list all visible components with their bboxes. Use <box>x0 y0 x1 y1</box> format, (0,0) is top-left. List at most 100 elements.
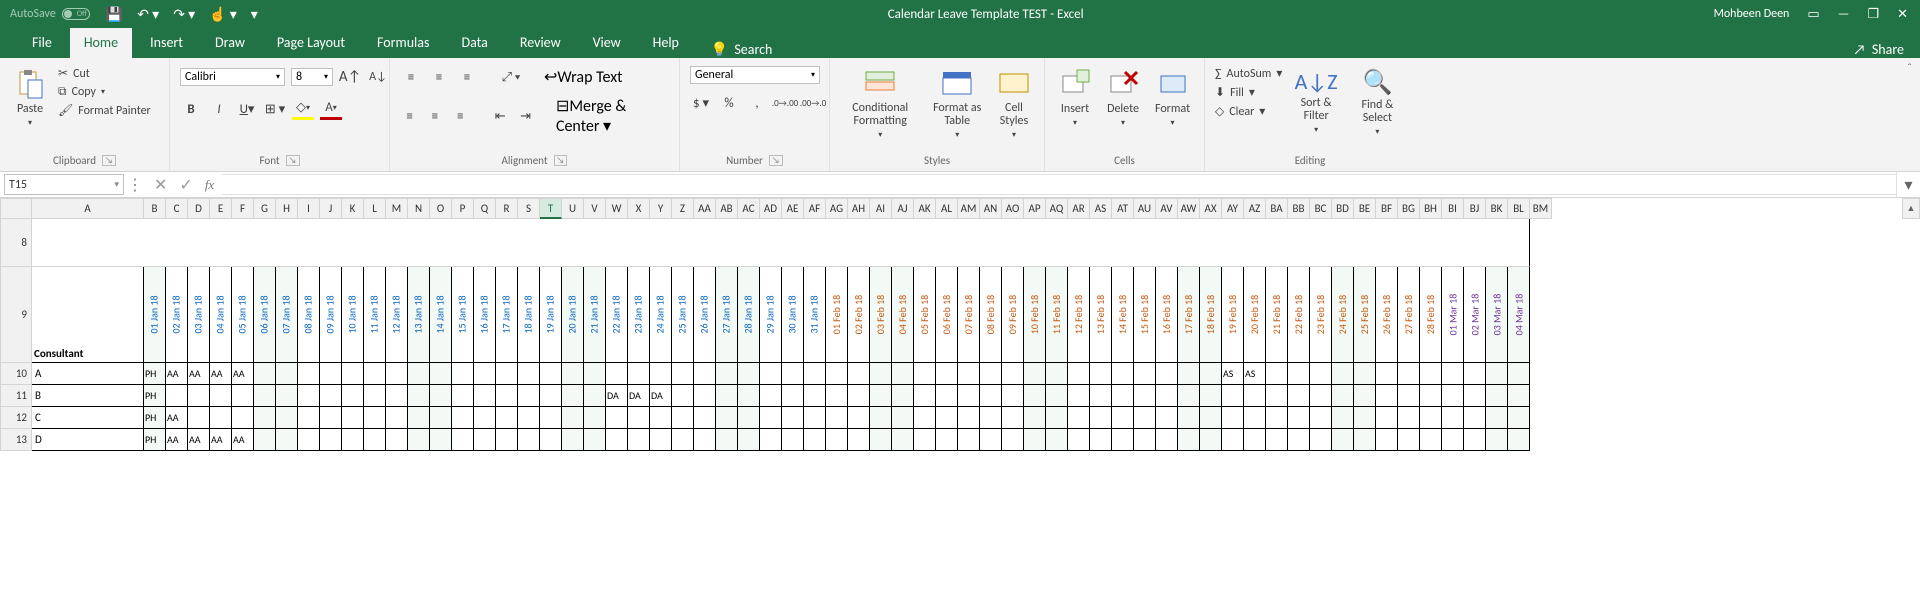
date-header-cell[interactable]: 22 Jan 18 <box>606 267 628 363</box>
date-header-cell[interactable]: 05 Jan 18 <box>232 267 254 363</box>
enter-formula-icon[interactable]: ✓ <box>179 175 192 195</box>
data-cell[interactable] <box>1244 385 1266 407</box>
data-cell[interactable] <box>1310 363 1332 385</box>
column-header[interactable]: C <box>166 198 188 219</box>
data-cell[interactable] <box>210 407 232 429</box>
data-cell[interactable] <box>562 429 584 451</box>
data-cell[interactable] <box>694 363 716 385</box>
ribbon-display-icon[interactable]: ▭ <box>1807 7 1819 22</box>
column-header[interactable]: BE <box>1354 198 1376 219</box>
date-header-cell[interactable]: 24 Feb 18 <box>1332 267 1354 363</box>
column-header[interactable]: AK <box>914 198 936 219</box>
date-header-cell[interactable]: 09 Feb 18 <box>1002 267 1024 363</box>
format-painter-button[interactable]: 🖌Format Painter <box>58 103 151 118</box>
data-cell[interactable] <box>1420 363 1442 385</box>
tab-data[interactable]: Data <box>447 28 501 58</box>
font-dialog-icon[interactable]: ↘ <box>286 155 300 166</box>
data-cell[interactable] <box>738 363 760 385</box>
align-bottom-icon[interactable]: ≡ <box>456 66 478 88</box>
data-cell[interactable] <box>1464 363 1486 385</box>
align-top-icon[interactable]: ≡ <box>400 66 422 88</box>
data-cell[interactable] <box>914 429 936 451</box>
date-header-cell[interactable]: 28 Jan 18 <box>738 267 760 363</box>
column-header[interactable]: AW <box>1178 198 1200 219</box>
data-cell[interactable] <box>408 363 430 385</box>
data-cell[interactable] <box>496 429 518 451</box>
data-cell[interactable] <box>1266 407 1288 429</box>
data-cell[interactable] <box>1178 385 1200 407</box>
align-right-icon[interactable]: ≡ <box>451 105 470 127</box>
tell-me-search[interactable]: 💡 Search <box>697 41 773 58</box>
date-header-cell[interactable]: 11 Feb 18 <box>1046 267 1068 363</box>
data-cell[interactable] <box>980 429 1002 451</box>
data-cell[interactable] <box>584 407 606 429</box>
data-cell[interactable] <box>496 385 518 407</box>
consultant-header-cell[interactable]: Consultant <box>32 267 144 363</box>
data-cell[interactable] <box>1288 363 1310 385</box>
orientation-icon[interactable]: ⤢ ▾ <box>500 66 522 88</box>
data-cell[interactable] <box>914 385 936 407</box>
column-header[interactable]: BJ <box>1464 198 1486 219</box>
data-cell[interactable] <box>826 363 848 385</box>
consultant-name-cell[interactable]: D <box>32 429 144 451</box>
data-cell[interactable] <box>1288 407 1310 429</box>
data-cell[interactable] <box>760 429 782 451</box>
date-header-cell[interactable]: 07 Jan 18 <box>276 267 298 363</box>
data-cell[interactable] <box>716 385 738 407</box>
data-cell[interactable] <box>1376 429 1398 451</box>
data-cell[interactable] <box>716 429 738 451</box>
data-cell[interactable] <box>540 429 562 451</box>
data-cell[interactable] <box>386 407 408 429</box>
data-cell[interactable] <box>188 385 210 407</box>
data-cell[interactable] <box>1112 407 1134 429</box>
column-header[interactable]: AY <box>1222 198 1244 219</box>
column-header[interactable]: K <box>342 198 364 219</box>
data-cell[interactable] <box>1508 385 1530 407</box>
cut-button[interactable]: ✂Cut <box>58 66 151 81</box>
data-cell[interactable] <box>650 429 672 451</box>
autosave-toggle[interactable]: AutoSave Off <box>0 7 100 21</box>
data-cell[interactable] <box>892 407 914 429</box>
date-header-cell[interactable]: 08 Feb 18 <box>980 267 1002 363</box>
tab-pagelayout[interactable]: Page Layout <box>263 28 359 58</box>
data-cell[interactable] <box>936 385 958 407</box>
data-cell[interactable] <box>892 385 914 407</box>
data-cell[interactable] <box>1156 363 1178 385</box>
data-cell[interactable] <box>694 429 716 451</box>
data-cell[interactable] <box>188 407 210 429</box>
data-cell[interactable] <box>210 385 232 407</box>
data-cell[interactable] <box>1332 385 1354 407</box>
data-cell[interactable] <box>628 363 650 385</box>
data-cell[interactable] <box>298 363 320 385</box>
tab-view[interactable]: View <box>579 28 635 58</box>
column-header[interactable]: J <box>320 198 342 219</box>
wrap-text-button[interactable]: ↩Wrap Text <box>544 67 623 87</box>
clear-button[interactable]: ◇Clear ▾ <box>1215 104 1282 119</box>
data-cell[interactable] <box>276 407 298 429</box>
column-header[interactable]: Q <box>474 198 496 219</box>
data-cell[interactable] <box>1024 385 1046 407</box>
undo-icon[interactable]: ↶ ▾ <box>137 6 159 23</box>
data-cell[interactable] <box>760 385 782 407</box>
autosum-button[interactable]: ∑AutoSum ▾ <box>1215 66 1282 81</box>
data-cell[interactable] <box>364 429 386 451</box>
date-header-cell[interactable]: 12 Jan 18 <box>386 267 408 363</box>
data-cell[interactable] <box>1068 385 1090 407</box>
data-cell[interactable] <box>1266 363 1288 385</box>
data-cell[interactable] <box>606 407 628 429</box>
date-header-cell[interactable]: 01 Feb 18 <box>826 267 848 363</box>
data-cell[interactable] <box>826 385 848 407</box>
data-cell[interactable] <box>540 385 562 407</box>
date-header-cell[interactable]: 12 Feb 18 <box>1068 267 1090 363</box>
date-header-cell[interactable]: 25 Feb 18 <box>1354 267 1376 363</box>
data-cell[interactable] <box>782 363 804 385</box>
data-cell[interactable] <box>320 385 342 407</box>
increase-font-icon[interactable]: A↑ <box>339 66 361 88</box>
date-header-cell[interactable]: 06 Jan 18 <box>254 267 276 363</box>
date-header-cell[interactable]: 22 Feb 18 <box>1288 267 1310 363</box>
merged-header-cell[interactable] <box>32 219 1530 267</box>
date-header-cell[interactable]: 27 Feb 18 <box>1398 267 1420 363</box>
data-cell[interactable] <box>1486 385 1508 407</box>
date-header-cell[interactable]: 09 Jan 18 <box>320 267 342 363</box>
data-cell[interactable]: PH <box>144 385 166 407</box>
